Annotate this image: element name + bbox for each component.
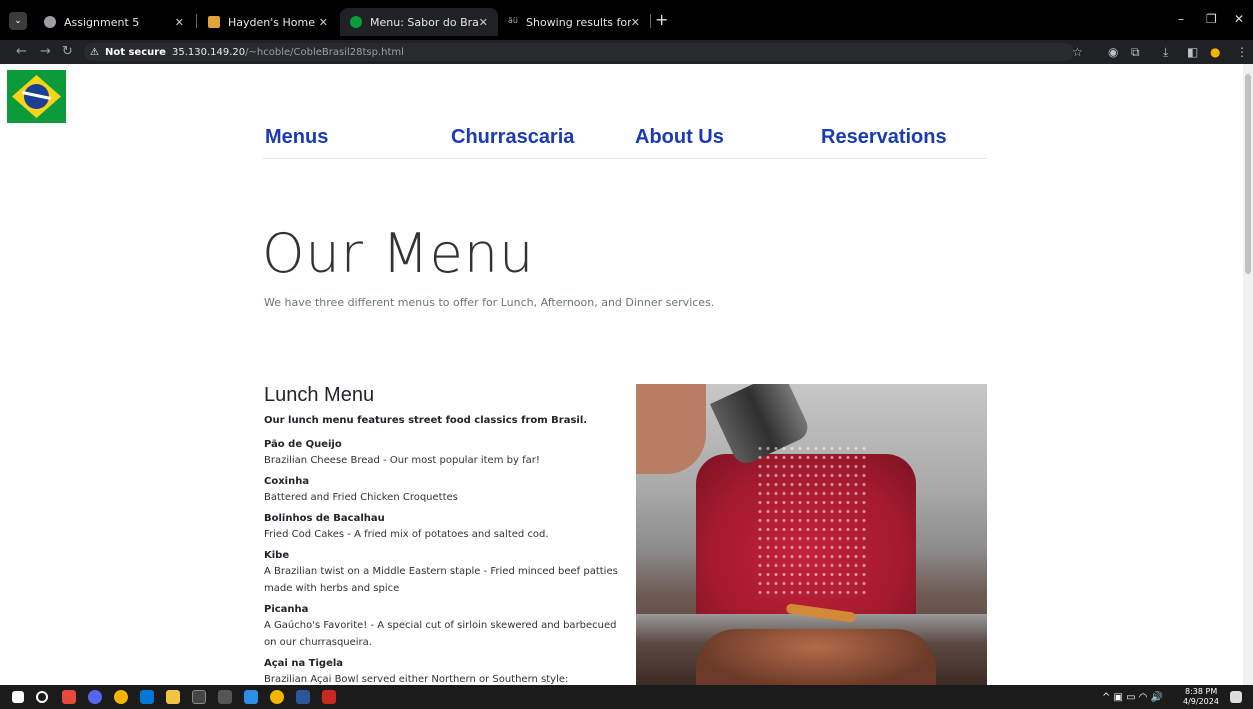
vscode-icon[interactable] — [244, 690, 258, 704]
kebab-menu-icon[interactable]: ⋮ — [1236, 45, 1248, 59]
discord-icon[interactable] — [88, 690, 102, 704]
outlook-icon[interactable] — [140, 690, 154, 704]
warning-icon[interactable]: ⚠ — [90, 47, 99, 58]
menu-item-name: Pão de Queijo — [264, 439, 342, 450]
not-secure-label[interactable]: Not secure — [105, 47, 166, 58]
nav-churrascaria-link[interactable]: Churrascaria — [451, 126, 574, 149]
minimize-icon[interactable]: – — [1178, 12, 1184, 26]
page-viewport: Menus Churrascaria About Us Reservations… — [0, 64, 1243, 685]
photo-meat — [696, 629, 936, 685]
windows-start-icon[interactable] — [12, 691, 24, 703]
nav-about-us-link[interactable]: About Us — [635, 126, 724, 149]
file-explorer-icon[interactable] — [166, 690, 180, 704]
address-bar[interactable]: ⚠ Not secure 35.130.149.20 /~hcoble/Cobl… — [84, 43, 1074, 61]
word-icon[interactable] — [296, 690, 310, 704]
taskbar-date[interactable]: 4/9/2024 — [1183, 697, 1219, 706]
photo-salt-grains — [756, 444, 866, 594]
tab-title: Assignment 5 — [64, 15, 140, 29]
churrasco-photo — [636, 384, 987, 685]
tab-separator — [650, 14, 651, 28]
extensions-puzzle-icon[interactable]: ⧉ — [1131, 45, 1140, 60]
app-icon[interactable] — [62, 690, 76, 704]
bookmark-star-icon[interactable]: ☆ — [1072, 45, 1083, 59]
restore-icon[interactable]: ❐ — [1206, 12, 1217, 26]
menu-item-name: Picanha — [264, 604, 309, 615]
menu-item-name: Açai na Tigela — [264, 658, 344, 669]
app-icon[interactable] — [218, 690, 232, 704]
tab-title: Menu: Sabor do Brasil — [370, 15, 479, 29]
tab-favicon-icon — [208, 16, 220, 28]
tab-menu-sabor[interactable]: Menu: Sabor do Brasil ✕ — [340, 8, 498, 36]
brazil-flag-logo[interactable] — [7, 70, 66, 123]
menu-item: Kibe A Brazilian twist on a Middle Easte… — [264, 549, 624, 597]
page-subtitle: We have three different menus to offer f… — [264, 296, 715, 309]
reload-icon[interactable]: ↻ — [62, 44, 73, 59]
menu-item: Bolinhos de Bacalhau Fried Cod Cakes - A… — [264, 512, 624, 543]
menu-item-description: A Brazilian twist on a Middle Eastern st… — [264, 566, 618, 594]
close-window-icon[interactable]: ✕ — [1234, 12, 1244, 26]
new-tab-icon[interactable]: + — [655, 12, 668, 28]
menu-item-name: Coxinha — [264, 476, 310, 487]
page-title: Our Menu — [262, 222, 535, 285]
browser-tab-bar: ⌄ Assignment 5 ✕ Hayden's Home Page ✕ Me… — [0, 0, 1253, 40]
menu-item: Coxinha Battered and Fried Chicken Croqu… — [264, 475, 624, 506]
menu-item-name: Bolinhos de Bacalhau — [264, 513, 385, 524]
taskbar-time[interactable]: 8:38 PM — [1185, 687, 1217, 696]
nav-reservations-link[interactable]: Reservations — [821, 126, 947, 149]
nav-menus-link[interactable]: Menus — [265, 126, 328, 149]
menu-item-name: Kibe — [264, 550, 290, 561]
profile-avatar-icon[interactable]: ● — [1210, 45, 1220, 59]
forward-icon[interactable]: → — [40, 44, 51, 59]
side-panel-icon[interactable]: ◧ — [1187, 45, 1198, 59]
page-scrollbar[interactable] — [1243, 64, 1253, 685]
url-host: 35.130.149.20 — [171, 46, 246, 58]
filezilla-icon[interactable] — [322, 690, 336, 704]
tab-favicon-icon: ãü — [508, 16, 518, 25]
url-path: /~hcoble/CobleBrasil28tsp.html — [245, 46, 404, 58]
tab-close-icon[interactable]: ✕ — [319, 16, 328, 29]
extension-icon[interactable]: ◉ — [1108, 45, 1118, 59]
windows-taskbar: ^ ▣ ▭ ◠ 🔊 8:38 PM 4/9/2024 — [0, 685, 1253, 709]
terminal-icon[interactable] — [192, 690, 206, 704]
tab-haydens-home[interactable]: Hayden's Home Page ✕ — [198, 8, 338, 36]
notification-icon[interactable] — [1230, 691, 1242, 703]
back-icon[interactable]: ← — [16, 44, 27, 59]
menu-item-description: Battered and Fried Chicken Croquettes — [264, 492, 458, 503]
tab-close-icon[interactable]: ✕ — [631, 16, 640, 29]
lunch-menu-lead: Our lunch menu features street food clas… — [264, 415, 588, 426]
menu-item: Açai na Tigela Brazilian Açai Bowl serve… — [264, 657, 624, 685]
tab-separator — [196, 14, 197, 28]
menu-item-description: A Gaúcho's Favorite! - A special cut of … — [264, 620, 617, 648]
menu-item-description: Brazilian Açai Bowl served either Northe… — [264, 674, 569, 685]
tab-search-button[interactable]: ⌄ — [9, 12, 27, 30]
menu-item: Picanha A Gaúcho's Favorite! - A special… — [264, 603, 624, 651]
search-icon[interactable] — [36, 691, 48, 703]
browser-toolbar: ← → ↻ ⚠ Not secure 35.130.149.20 /~hcobl… — [0, 40, 1253, 64]
tab-favicon-icon — [350, 16, 362, 28]
tab-showing-results[interactable]: ãü Showing results for http://35.1 ✕ — [498, 8, 650, 36]
tab-favicon-icon — [44, 16, 56, 28]
lunch-menu-section: Lunch Menu Our lunch menu features stree… — [264, 384, 624, 685]
photo-hand — [636, 384, 706, 474]
menu-item: Pão de Queijo Brazilian Cheese Bread - O… — [264, 438, 624, 469]
download-icon[interactable]: ⤓ — [1163, 45, 1168, 60]
menu-item-description: Fried Cod Cakes - A fried mix of potatoe… — [264, 529, 549, 540]
tab-assignment-5[interactable]: Assignment 5 ✕ — [34, 8, 194, 36]
tab-title: Showing results for http://35.1 — [525, 15, 631, 29]
tab-close-icon[interactable]: ✕ — [479, 16, 488, 29]
tab-title: Hayden's Home Page — [228, 15, 319, 29]
chrome-icon[interactable] — [114, 690, 128, 704]
system-tray-icons[interactable]: ^ ▣ ▭ ◠ 🔊 — [1102, 692, 1163, 703]
lunch-menu-title: Lunch Menu — [264, 384, 375, 406]
chrome-icon[interactable] — [270, 690, 284, 704]
scrollbar-thumb[interactable] — [1245, 74, 1251, 274]
main-nav: Menus Churrascaria About Us Reservations — [262, 122, 987, 159]
tab-close-icon[interactable]: ✕ — [175, 16, 184, 29]
menu-item-description: Brazilian Cheese Bread - Our most popula… — [264, 455, 540, 466]
